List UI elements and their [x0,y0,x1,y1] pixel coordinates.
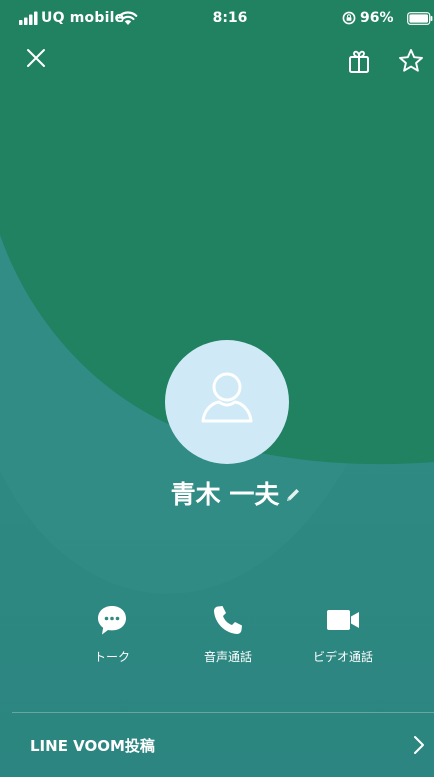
line-voom-posts-label: LINE VOOM投稿 [30,737,155,755]
talk-label: トーク [93,650,130,664]
chat-bubble-icon [98,606,126,635]
carrier-name: UQ mobile [41,10,125,26]
voice-call-label: 音声通話 [203,650,252,664]
line-voom-posts-row[interactable]: LINE VOOM投稿 [0,713,434,777]
voice-call-button[interactable]: 音声通話 [168,598,288,674]
clock: 8:16 [212,10,248,26]
favorite-button[interactable] [396,46,426,76]
profile-name-row: 青木 一夫 [0,474,434,516]
gift-icon [349,50,369,73]
profile-avatar[interactable] [165,340,289,464]
talk-button[interactable]: トーク [52,598,172,674]
rotation-lock-icon [342,11,356,25]
video-call-button[interactable]: ビデオ通話 [283,598,403,674]
edit-name-button[interactable] [283,485,303,505]
video-call-label: ビデオ通話 [312,650,373,664]
gift-button[interactable] [345,48,373,76]
close-icon [27,49,45,67]
wifi-icon [118,11,138,25]
video-camera-icon [327,610,359,630]
star-icon [399,49,423,72]
phone-icon [214,606,242,634]
profile-name: 青木 一夫 [170,480,280,509]
close-button[interactable] [22,44,50,72]
person-silhouette-icon [201,372,253,423]
profile-screen: UQ mobile 8:16 96% 青木 一夫 トーク 音声通話 ビデオ通話 … [0,0,434,777]
chevron-right-icon [414,736,424,754]
status-bar: UQ mobile 8:16 96% [0,0,434,40]
battery-icon [407,12,433,25]
signal-bars-icon [19,11,38,25]
battery-percent: 96% [360,10,394,26]
pencil-icon [287,489,300,501]
